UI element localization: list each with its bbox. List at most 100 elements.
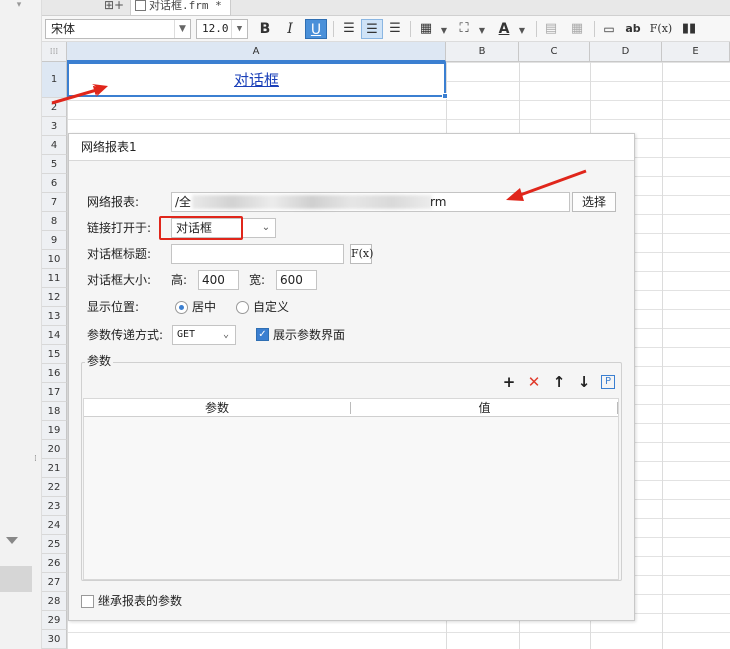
- align-right-icon[interactable]: ☰: [384, 19, 406, 39]
- left-side-panel: ▾ ⁞: [0, 0, 42, 649]
- report-path-suffix: rm: [430, 195, 447, 209]
- split-cells-icon[interactable]: ▦: [566, 19, 588, 39]
- param-method-label: 参数传递方式:: [87, 328, 164, 342]
- dialog-title-input[interactable]: [171, 244, 344, 264]
- row-header-15[interactable]: 15: [42, 345, 67, 364]
- row-header-17[interactable]: 17: [42, 383, 67, 402]
- add-icon[interactable]: +: [499, 372, 519, 392]
- row-header-29[interactable]: 29: [42, 611, 67, 630]
- inherit-params-label[interactable]: 继承报表的参数: [98, 591, 182, 611]
- show-params-label[interactable]: 展示参数界面: [273, 325, 345, 345]
- cell-a1[interactable]: 对话框: [67, 62, 448, 99]
- toolbar-divider: [333, 21, 334, 37]
- chevron-down-icon[interactable]: ▼: [511, 19, 533, 39]
- row-header-13[interactable]: 13: [42, 307, 67, 326]
- position-custom-label[interactable]: 自定义: [253, 297, 289, 317]
- chevron-down-icon[interactable]: ▼: [433, 19, 455, 39]
- row-header-14[interactable]: 14: [42, 326, 67, 345]
- row-header-22[interactable]: 22: [42, 478, 67, 497]
- params-table: 参数 值: [83, 398, 619, 580]
- row-header-5[interactable]: 5: [42, 155, 67, 174]
- position-custom-radio[interactable]: [236, 301, 249, 314]
- position-center-label[interactable]: 居中: [192, 297, 216, 317]
- new-tab-icon[interactable]: ⊞+: [104, 0, 126, 14]
- row-header-8[interactable]: 8: [42, 212, 67, 231]
- align-left-icon[interactable]: ☰: [338, 19, 360, 39]
- choose-button[interactable]: 选择: [572, 192, 616, 212]
- dialog-size-label: 对话框大小:: [87, 273, 152, 287]
- row-header-24[interactable]: 24: [42, 516, 67, 535]
- row-header-30[interactable]: 30: [42, 630, 67, 649]
- align-center-icon[interactable]: ☰: [361, 19, 383, 39]
- param-method-select[interactable]: GET ⌄: [172, 325, 236, 345]
- row-header-11[interactable]: 11: [42, 269, 67, 288]
- row-header-12[interactable]: 12: [42, 288, 67, 307]
- row-header-26[interactable]: 26: [42, 554, 67, 573]
- redacted-path: [192, 195, 432, 209]
- row-header-25[interactable]: 25: [42, 535, 67, 554]
- fill-handle[interactable]: [442, 93, 448, 99]
- arrow-down-icon[interactable]: ↓: [574, 372, 594, 392]
- row-header-10[interactable]: 10: [42, 250, 67, 269]
- parameter-p-icon[interactable]: P: [601, 375, 615, 389]
- font-name-select[interactable]: 宋体 ▼: [45, 19, 191, 39]
- toolbar-divider: [410, 21, 411, 37]
- font-size-value: 12.0: [202, 22, 229, 35]
- textbox-icon[interactable]: ▭: [598, 19, 620, 39]
- chart-icon[interactable]: ▮▮: [678, 19, 700, 39]
- column-header-b[interactable]: B: [446, 42, 519, 62]
- formula-button[interactable]: F(x): [350, 244, 373, 264]
- width-input[interactable]: 600: [276, 270, 317, 290]
- row-header-6[interactable]: 6: [42, 174, 67, 193]
- row-header-2[interactable]: 2: [42, 98, 67, 117]
- column-header-c[interactable]: C: [519, 42, 590, 62]
- show-params-checkbox[interactable]: ✓: [256, 328, 269, 341]
- row-header-27[interactable]: 27: [42, 573, 67, 592]
- dialog-title-label: 对话框标题:: [87, 247, 152, 261]
- column-header-d[interactable]: D: [590, 42, 662, 62]
- height-input[interactable]: 400: [198, 270, 239, 290]
- report-label: 网络报表:: [87, 195, 140, 209]
- params-col-name[interactable]: 参数: [84, 399, 350, 417]
- text-widget-button[interactable]: ab: [622, 19, 644, 39]
- inherit-params-checkbox[interactable]: [81, 595, 94, 608]
- row-header-7[interactable]: 7: [42, 193, 67, 212]
- row-header-4[interactable]: 4: [42, 136, 67, 155]
- chevron-down-icon: ▼: [231, 20, 247, 38]
- tab-dialog-frm[interactable]: 对话框.frm *: [130, 0, 231, 16]
- select-all-corner[interactable]: ⁞⁞⁞: [42, 42, 67, 62]
- row-header-16[interactable]: 16: [42, 364, 67, 383]
- bold-button[interactable]: B: [254, 19, 276, 39]
- position-center-radio[interactable]: [175, 301, 188, 314]
- params-col-value[interactable]: 值: [351, 399, 618, 417]
- row-header-21[interactable]: 21: [42, 459, 67, 478]
- chevron-down-icon[interactable]: ▼: [471, 19, 493, 39]
- column-header-a[interactable]: A: [67, 42, 446, 62]
- web-report-dialog: 网络报表1 网络报表: /全 rm 选择 链接打开于: 对话框 ⌄ 对话框标题:…: [68, 133, 635, 621]
- report-path-field[interactable]: /全 rm: [171, 192, 570, 212]
- formula-button[interactable]: F(x): [646, 19, 676, 39]
- column-divider: [662, 62, 663, 649]
- tab-bar: ⊞+ 对话框.frm *: [42, 0, 730, 16]
- italic-button[interactable]: I: [279, 19, 301, 39]
- merge-cells-icon[interactable]: ▤: [540, 19, 562, 39]
- delete-icon[interactable]: ✕: [524, 372, 544, 392]
- row-header-3[interactable]: 3: [42, 117, 67, 136]
- params-section-title: 参数: [85, 353, 114, 369]
- arrow-up-icon[interactable]: ↑: [549, 372, 569, 392]
- row-header-1[interactable]: 1: [42, 62, 67, 98]
- row-header-23[interactable]: 23: [42, 497, 67, 516]
- row-header-9[interactable]: 9: [42, 231, 67, 250]
- row-header-19[interactable]: 19: [42, 421, 67, 440]
- row-header-18[interactable]: 18: [42, 402, 67, 421]
- row-header-20[interactable]: 20: [42, 440, 67, 459]
- panel-resize-grip[interactable]: ⁞: [34, 455, 38, 471]
- cell-a1-link-text[interactable]: 对话框: [234, 71, 279, 89]
- column-header-e[interactable]: E: [662, 42, 730, 62]
- chevron-down-icon[interactable]: ▾: [4, 0, 34, 14]
- collapse-triangle-icon[interactable]: [6, 537, 18, 544]
- toolbar-divider: [594, 21, 595, 37]
- underline-button[interactable]: U: [305, 19, 327, 39]
- font-size-select[interactable]: 12.0 ▼: [196, 19, 248, 39]
- row-header-28[interactable]: 28: [42, 592, 67, 611]
